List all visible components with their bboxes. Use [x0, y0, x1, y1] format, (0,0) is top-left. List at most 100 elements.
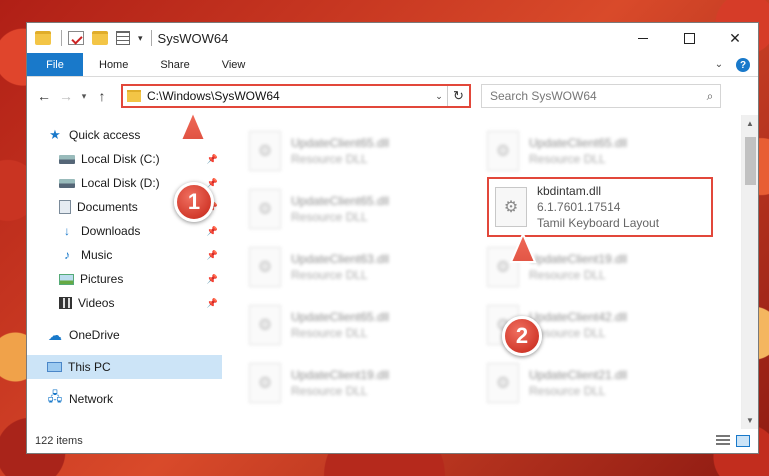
dll-file-icon: ⚙ [249, 363, 281, 403]
drive-icon [59, 178, 75, 188]
documents-icon [59, 200, 71, 214]
file-type: Resource DLL [291, 268, 368, 282]
list-item[interactable]: ⚙ UpdateClient63.dll Resource DLL [243, 239, 473, 295]
pin-icon[interactable]: 📌 [207, 250, 218, 261]
step-2-callout: 2 [502, 316, 542, 356]
list-item[interactable]: ⚙ UpdateClient65.dll Resource DLL [243, 181, 473, 237]
view-toggle-icon[interactable] [116, 31, 130, 45]
file-type: Resource DLL [291, 152, 368, 166]
file-name: UpdateClient65.dll [291, 136, 390, 150]
title-divider [61, 30, 62, 46]
tab-share[interactable]: Share [144, 53, 205, 76]
dll-file-icon: ⚙ [249, 189, 281, 229]
file-description: Tamil Keyboard Layout [537, 216, 660, 230]
file-type: Resource DLL [529, 152, 606, 166]
main-content: ★ Quick access Local Disk (C:) 📌 Local D… [27, 115, 758, 429]
tiles-view-icon[interactable] [736, 435, 750, 447]
refresh-button[interactable]: ↻ [447, 86, 469, 106]
dll-file-icon: ⚙ [487, 247, 519, 287]
dll-file-icon: ⚙ [249, 247, 281, 287]
dll-file-icon: ⚙ [495, 187, 527, 227]
highlighted-file-kbdintam[interactable]: ⚙ kbdintam.dll 6.1.7601.17514 Tamil Keyb… [487, 177, 713, 237]
dll-file-icon: ⚙ [249, 131, 281, 171]
network-icon: 🖧 [47, 389, 63, 404]
search-input[interactable]: Search SysWOW64 ⌕ [481, 84, 721, 108]
file-name: UpdateClient21.dll [529, 368, 628, 382]
file-type: Resource DLL [529, 268, 606, 282]
pin-icon[interactable]: 📌 [207, 154, 218, 165]
folder-icon [35, 31, 51, 45]
tab-view[interactable]: View [206, 53, 262, 76]
expand-ribbon-icon[interactable]: ⌄ [706, 53, 732, 76]
forward-button[interactable]: → [55, 88, 77, 104]
dll-file-icon: ⚙ [487, 131, 519, 171]
list-item[interactable]: ⚙ UpdateClient19.dll Resource DLL [243, 355, 473, 411]
file-type: Resource DLL [291, 326, 368, 340]
sidebar-item-label: Local Disk (D:) [81, 176, 160, 190]
list-item[interactable]: ⚙ UpdateClient19.dll Resource DLL [481, 239, 711, 295]
list-item[interactable]: ⚙ UpdateClient65.dll Resource DLL [243, 297, 473, 353]
folder-icon [127, 90, 141, 102]
file-name: UpdateClient65.dll [291, 310, 390, 324]
pin-icon[interactable]: 📌 [207, 298, 218, 309]
file-type: Resource DLL [291, 384, 368, 398]
sidebar-item-this-pc[interactable]: This PC [27, 355, 222, 379]
pin-icon[interactable]: 📌 [207, 178, 218, 189]
file-name: UpdateClient19.dll [529, 252, 628, 266]
sidebar-item-local-disk-c[interactable]: Local Disk (C:) 📌 [27, 147, 222, 171]
tab-file[interactable]: File [27, 53, 83, 76]
status-bar: 122 items [27, 429, 758, 453]
new-folder-icon[interactable] [92, 31, 108, 45]
scroll-down-icon[interactable]: ▼ [742, 412, 758, 429]
properties-icon[interactable] [68, 31, 84, 45]
pin-icon[interactable]: 📌 [207, 274, 218, 285]
address-bar[interactable]: C:\Windows\SysWOW64 ⌄ ↻ [121, 84, 471, 108]
drive-icon [59, 154, 75, 164]
close-button[interactable]: ✕ [712, 23, 758, 53]
star-icon: ★ [49, 127, 61, 142]
back-button[interactable]: ← [33, 88, 55, 104]
sidebar-item-videos[interactable]: Videos 📌 [27, 291, 222, 315]
window-title: SysWOW64 [157, 30, 229, 46]
sidebar-item-label: Downloads [81, 224, 141, 238]
file-type: Resource DLL [291, 210, 368, 224]
sidebar-item-label: Local Disk (C:) [81, 152, 160, 166]
sidebar-item-music[interactable]: ♪ Music 📌 [27, 243, 222, 267]
sidebar-item-label: Quick access [69, 128, 141, 142]
address-path[interactable]: C:\Windows\SysWOW64 [147, 89, 431, 103]
sidebar-item-onedrive[interactable]: ☁ OneDrive [27, 323, 222, 347]
scroll-up-icon[interactable]: ▲ [742, 115, 758, 132]
chevron-down-icon[interactable]: ⌄ [431, 91, 447, 102]
list-item[interactable]: ⚙ UpdateClient21.dll Resource DLL [481, 355, 711, 411]
sidebar-item-label: Pictures [80, 272, 124, 286]
maximize-button[interactable] [666, 23, 712, 53]
vertical-scrollbar[interactable]: ▲ ▼ [741, 115, 758, 429]
music-icon: ♪ [64, 248, 70, 262]
sidebar-item-downloads[interactable]: ↓ Downloads 📌 [27, 219, 222, 243]
sidebar-item-label: Network [69, 392, 114, 406]
minimize-button[interactable] [620, 23, 666, 53]
customize-toolbar-icon[interactable]: ▾ [138, 33, 143, 44]
sidebar-item-label: Videos [78, 296, 115, 310]
recent-locations-icon[interactable]: ▾ [77, 91, 91, 102]
help-icon[interactable]: ? [736, 58, 750, 72]
sidebar-item-pictures[interactable]: Pictures 📌 [27, 267, 222, 291]
sidebar-item-quick-access[interactable]: ★ Quick access [27, 123, 222, 147]
navigation-pane: ★ Quick access Local Disk (C:) 📌 Local D… [27, 115, 223, 429]
tab-home[interactable]: Home [83, 53, 144, 76]
up-button[interactable]: ↑ [91, 88, 113, 104]
search-placeholder: Search SysWOW64 [490, 89, 597, 103]
title-bar: ▾ SysWOW64 ✕ [27, 23, 758, 53]
file-name: UpdateClient65.dll [291, 194, 390, 208]
title-divider [150, 30, 152, 46]
details-view-icon[interactable] [716, 435, 730, 447]
file-name: UpdateClient63.dll [291, 252, 390, 266]
sidebar-item-network[interactable]: 🖧 Network [27, 387, 222, 411]
list-item[interactable]: ⚙ UpdateClient65.dll Resource DLL [243, 123, 473, 179]
search-icon[interactable]: ⌕ [700, 89, 720, 104]
pin-icon[interactable]: 📌 [207, 226, 218, 237]
videos-icon [59, 297, 72, 309]
list-item[interactable]: ⚙ UpdateClient65.dll Resource DLL [481, 123, 711, 179]
scrollbar-thumb[interactable] [745, 137, 756, 185]
sidebar-item-label: OneDrive [69, 328, 120, 342]
